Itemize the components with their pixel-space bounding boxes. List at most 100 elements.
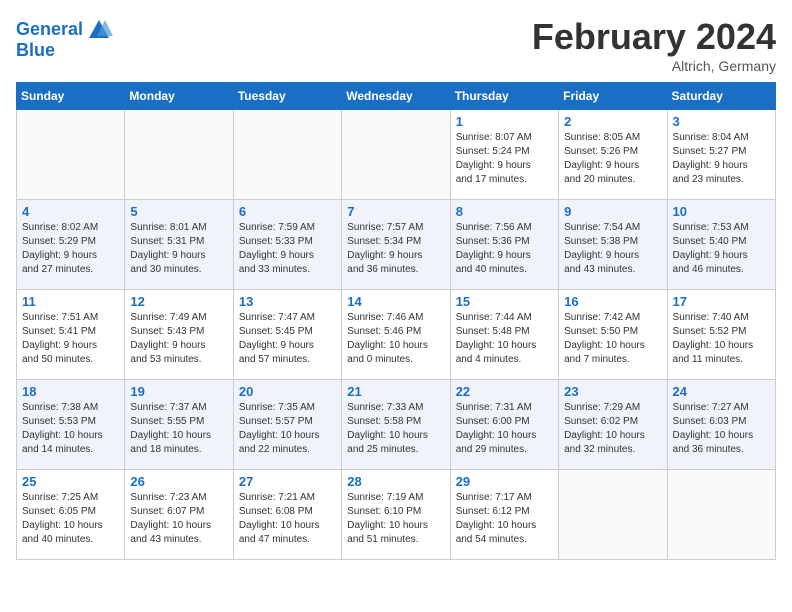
day-info: Sunrise: 7:46 AM Sunset: 5:46 PM Dayligh… [347,311,444,367]
day-number: 2 [564,114,661,129]
day-info: Sunrise: 7:25 AM Sunset: 6:05 PM Dayligh… [22,491,119,547]
day-info: Sunrise: 7:23 AM Sunset: 6:07 PM Dayligh… [130,491,227,547]
calendar-cell: 25 Sunrise: 7:25 AM Sunset: 6:05 PM Dayli… [17,470,125,560]
day-number: 29 [456,474,553,489]
day-info: Sunrise: 7:51 AM Sunset: 5:41 PM Dayligh… [22,311,119,367]
calendar-table: SundayMondayTuesdayWednesdayThursdayFrid… [16,82,776,560]
calendar-cell: 20 Sunrise: 7:35 AM Sunset: 5:57 PM Dayli… [233,380,341,470]
calendar-cell: 1 Sunrise: 8:07 AM Sunset: 5:24 PM Daylig… [450,110,558,200]
calendar-cell: 27 Sunrise: 7:21 AM Sunset: 6:08 PM Dayli… [233,470,341,560]
calendar-cell: 17 Sunrise: 7:40 AM Sunset: 5:52 PM Dayli… [667,290,775,380]
weekday-header-thursday: Thursday [450,83,558,110]
day-number: 15 [456,294,553,309]
day-info: Sunrise: 7:40 AM Sunset: 5:52 PM Dayligh… [673,311,770,367]
day-info: Sunrise: 7:29 AM Sunset: 6:02 PM Dayligh… [564,401,661,457]
calendar-cell [125,110,233,200]
month-title: February 2024 [532,16,776,58]
calendar-cell [667,470,775,560]
calendar-cell: 8 Sunrise: 7:56 AM Sunset: 5:36 PM Daylig… [450,200,558,290]
day-number: 14 [347,294,444,309]
page-header: General Blue February 2024 Altrich, Germ… [16,16,776,74]
calendar-cell: 3 Sunrise: 8:04 AM Sunset: 5:27 PM Daylig… [667,110,775,200]
day-info: Sunrise: 7:56 AM Sunset: 5:36 PM Dayligh… [456,221,553,277]
calendar-cell: 11 Sunrise: 7:51 AM Sunset: 5:41 PM Dayli… [17,290,125,380]
calendar-cell: 5 Sunrise: 8:01 AM Sunset: 5:31 PM Daylig… [125,200,233,290]
day-info: Sunrise: 7:17 AM Sunset: 6:12 PM Dayligh… [456,491,553,547]
calendar-cell: 10Sunrise: 7:53 AM Sunset: 5:40 PM Dayli… [667,200,775,290]
day-number: 7 [347,204,444,219]
day-number: 25 [22,474,119,489]
day-number: 26 [130,474,227,489]
calendar-cell: 18 Sunrise: 7:38 AM Sunset: 5:53 PM Dayli… [17,380,125,470]
logo: General Blue [16,16,113,62]
logo-icon [85,16,113,44]
day-info: Sunrise: 7:57 AM Sunset: 5:34 PM Dayligh… [347,221,444,277]
day-info: Sunrise: 7:33 AM Sunset: 5:58 PM Dayligh… [347,401,444,457]
calendar-cell: 28 Sunrise: 7:19 AM Sunset: 6:10 PM Dayli… [342,470,450,560]
location: Altrich, Germany [532,58,776,74]
calendar-cell [17,110,125,200]
calendar-cell: 23 Sunrise: 7:29 AM Sunset: 6:02 PM Dayli… [559,380,667,470]
day-number: 23 [564,384,661,399]
day-info: Sunrise: 7:38 AM Sunset: 5:53 PM Dayligh… [22,401,119,457]
calendar-cell: 7 Sunrise: 7:57 AM Sunset: 5:34 PM Daylig… [342,200,450,290]
day-info: Sunrise: 7:19 AM Sunset: 6:10 PM Dayligh… [347,491,444,547]
calendar-cell: 22 Sunrise: 7:31 AM Sunset: 6:00 PM Dayli… [450,380,558,470]
weekday-header-saturday: Saturday [667,83,775,110]
day-number: 9 [564,204,661,219]
day-info: Sunrise: 7:49 AM Sunset: 5:43 PM Dayligh… [130,311,227,367]
day-number: 18 [22,384,119,399]
day-number: 24 [673,384,770,399]
day-info: Sunrise: 8:07 AM Sunset: 5:24 PM Dayligh… [456,131,553,187]
day-number: 1 [456,114,553,129]
day-number: 22 [456,384,553,399]
day-number: 5 [130,204,227,219]
day-info: Sunrise: 7:42 AM Sunset: 5:50 PM Dayligh… [564,311,661,367]
day-number: 21 [347,384,444,399]
calendar-cell: 9 Sunrise: 7:54 AM Sunset: 5:38 PM Daylig… [559,200,667,290]
day-info: Sunrise: 8:04 AM Sunset: 5:27 PM Dayligh… [673,131,770,187]
day-info: Sunrise: 8:02 AM Sunset: 5:29 PM Dayligh… [22,221,119,277]
day-number: 28 [347,474,444,489]
calendar-cell [233,110,341,200]
weekday-header-monday: Monday [125,83,233,110]
day-info: Sunrise: 7:21 AM Sunset: 6:08 PM Dayligh… [239,491,336,547]
calendar-cell [559,470,667,560]
weekday-header-sunday: Sunday [17,83,125,110]
calendar-cell: 29 Sunrise: 7:17 AM Sunset: 6:12 PM Dayli… [450,470,558,560]
day-info: Sunrise: 8:01 AM Sunset: 5:31 PM Dayligh… [130,221,227,277]
calendar-cell: 15Sunrise: 7:44 AM Sunset: 5:48 PM Dayli… [450,290,558,380]
day-number: 12 [130,294,227,309]
day-info: Sunrise: 7:31 AM Sunset: 6:00 PM Dayligh… [456,401,553,457]
day-number: 8 [456,204,553,219]
day-info: Sunrise: 7:27 AM Sunset: 6:03 PM Dayligh… [673,401,770,457]
calendar-cell: 13Sunrise: 7:47 AM Sunset: 5:45 PM Dayli… [233,290,341,380]
calendar-cell: 19Sunrise: 7:37 AM Sunset: 5:55 PM Dayli… [125,380,233,470]
weekday-header-tuesday: Tuesday [233,83,341,110]
calendar-cell: 2 Sunrise: 8:05 AM Sunset: 5:26 PM Daylig… [559,110,667,200]
day-number: 11 [22,294,119,309]
day-number: 6 [239,204,336,219]
day-info: Sunrise: 7:54 AM Sunset: 5:38 PM Dayligh… [564,221,661,277]
weekday-header-wednesday: Wednesday [342,83,450,110]
day-number: 27 [239,474,336,489]
day-info: Sunrise: 7:35 AM Sunset: 5:57 PM Dayligh… [239,401,336,457]
day-number: 4 [22,204,119,219]
day-info: Sunrise: 7:59 AM Sunset: 5:33 PM Dayligh… [239,221,336,277]
calendar-cell: 14 Sunrise: 7:46 AM Sunset: 5:46 PM Dayli… [342,290,450,380]
day-number: 17 [673,294,770,309]
calendar-cell: 12 Sunrise: 7:49 AM Sunset: 5:43 PM Dayli… [125,290,233,380]
title-block: February 2024 Altrich, Germany [532,16,776,74]
calendar-cell [342,110,450,200]
calendar-cell: 4 Sunrise: 8:02 AM Sunset: 5:29 PM Daylig… [17,200,125,290]
logo-text: General [16,19,83,41]
calendar-cell: 26 Sunrise: 7:23 AM Sunset: 6:07 PM Dayli… [125,470,233,560]
calendar-cell: 16Sunrise: 7:42 AM Sunset: 5:50 PM Dayli… [559,290,667,380]
calendar-cell: 21 Sunrise: 7:33 AM Sunset: 5:58 PM Dayli… [342,380,450,470]
day-info: Sunrise: 8:05 AM Sunset: 5:26 PM Dayligh… [564,131,661,187]
day-number: 20 [239,384,336,399]
day-info: Sunrise: 7:47 AM Sunset: 5:45 PM Dayligh… [239,311,336,367]
day-number: 3 [673,114,770,129]
weekday-header-friday: Friday [559,83,667,110]
day-number: 10 [673,204,770,219]
